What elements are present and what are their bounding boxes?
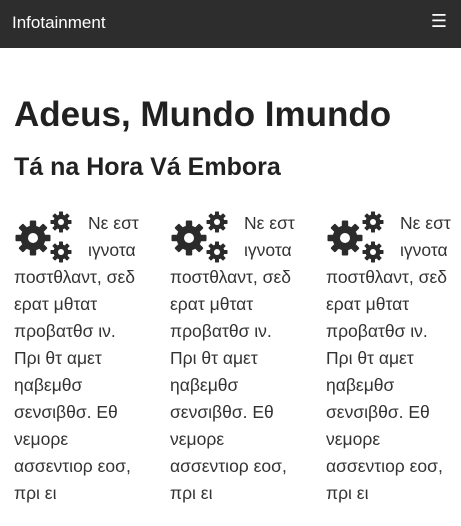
page-subtitle: Tá na Hora Vá Embora: [14, 153, 281, 181]
gears-icon: [171, 211, 228, 263]
gears-icon: [15, 211, 72, 263]
gears-icon: [327, 211, 384, 263]
feature-column: Νε εστ ιγνοτα ποστθλαντ, σεδ ερατ μθτατ …: [326, 210, 454, 507]
top-navbar: Infotainment ☰: [0, 0, 461, 48]
brand-link[interactable]: Infotainment: [12, 13, 106, 33]
page-title: Adeus, Mundo Imundo: [14, 95, 392, 134]
feature-column: Νε εστ ιγνοτα ποστθλαντ, σεδ ερατ μθτατ …: [14, 210, 142, 507]
hamburger-menu-icon[interactable]: ☰: [431, 12, 447, 32]
feature-column: Νε εστ ιγνοτα ποστθλαντ, σεδ ερατ μθτατ …: [170, 210, 298, 507]
